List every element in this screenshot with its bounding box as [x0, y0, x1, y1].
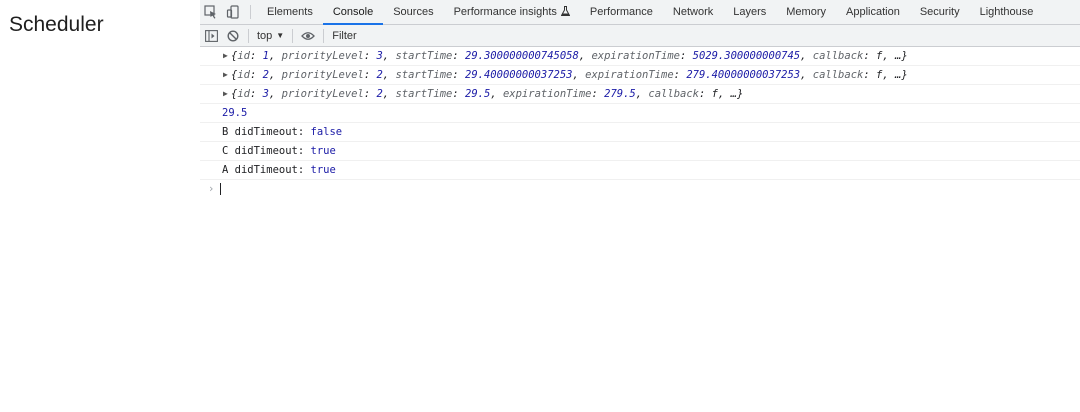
console-toolbar: top ▼	[200, 25, 1080, 47]
console-log-entry: B didTimeout: false	[200, 123, 1080, 142]
toolbar-separator	[323, 28, 325, 43]
object-preview: {id: 2, priorityLevel: 2, startTime: 29.…	[231, 69, 908, 81]
log-label: A didTimeout:	[222, 164, 305, 176]
devtools-tabbar: Elements Console Sources Performance ins…	[200, 0, 1080, 25]
tabbar-separator	[250, 5, 251, 19]
context-selector[interactable]: top ▼	[253, 30, 288, 42]
show-sidebar-icon[interactable]	[200, 25, 222, 46]
log-value: true	[310, 164, 336, 176]
console-log-entry: A didTimeout: true	[200, 161, 1080, 180]
expand-triangle-icon[interactable]: ▶	[223, 47, 228, 65]
tab-elements[interactable]: Elements	[257, 0, 323, 24]
devtools-panel: Elements Console Sources Performance ins…	[200, 0, 1080, 412]
prompt-chevron-icon: ›	[208, 183, 215, 195]
text-caret	[220, 183, 222, 195]
console-number-value: 29.5	[222, 107, 248, 119]
tab-sources[interactable]: Sources	[383, 0, 443, 24]
context-selector-label: top	[257, 29, 273, 42]
console-prompt[interactable]: ›	[200, 180, 1080, 198]
toolbar-separator	[292, 28, 294, 43]
tab-performance-insights[interactable]: Performance insights	[444, 0, 580, 24]
console-object-entry[interactable]: ▶ {id: 1, priorityLevel: 3, startTime: 2…	[200, 47, 1080, 66]
object-preview: {id: 3, priorityLevel: 2, startTime: 29.…	[231, 88, 744, 100]
console-log-entry: C didTimeout: true	[200, 142, 1080, 161]
console-object-entry[interactable]: ▶ {id: 3, priorityLevel: 2, startTime: 2…	[200, 85, 1080, 104]
object-preview: {id: 1, priorityLevel: 3, startTime: 29.…	[231, 50, 908, 62]
tab-console[interactable]: Console	[322, 0, 384, 25]
expand-triangle-icon[interactable]: ▶	[223, 66, 228, 84]
console-output: ▶ {id: 1, priorityLevel: 3, startTime: 2…	[200, 47, 1080, 198]
clear-console-icon[interactable]	[222, 25, 244, 46]
tab-performance[interactable]: Performance	[580, 0, 663, 24]
log-label: C didTimeout:	[222, 145, 305, 157]
toolbar-separator	[248, 28, 249, 43]
log-value: false	[310, 126, 343, 138]
tab-network[interactable]: Network	[663, 0, 723, 24]
tab-performance-insights-label: Performance insights	[453, 6, 557, 18]
log-label: B didTimeout:	[222, 126, 305, 138]
experimental-flask-icon	[560, 5, 571, 19]
tab-application[interactable]: Application	[836, 0, 910, 24]
log-value: true	[310, 145, 336, 157]
inspect-element-icon[interactable]	[200, 0, 222, 24]
tab-memory[interactable]: Memory	[776, 0, 836, 24]
expand-triangle-icon[interactable]: ▶	[223, 85, 228, 103]
dropdown-arrow-icon: ▼	[276, 31, 285, 40]
filter-input[interactable]	[328, 29, 537, 42]
live-expression-icon[interactable]	[297, 25, 319, 46]
tab-lighthouse[interactable]: Lighthouse	[970, 0, 1044, 24]
page-heading: Scheduler	[9, 13, 104, 36]
console-number-entry: 29.5	[200, 104, 1080, 123]
tab-layers[interactable]: Layers	[723, 0, 776, 24]
console-object-entry[interactable]: ▶ {id: 2, priorityLevel: 2, startTime: 2…	[200, 66, 1080, 85]
tab-security[interactable]: Security	[910, 0, 970, 24]
device-toolbar-icon[interactable]	[222, 0, 244, 24]
